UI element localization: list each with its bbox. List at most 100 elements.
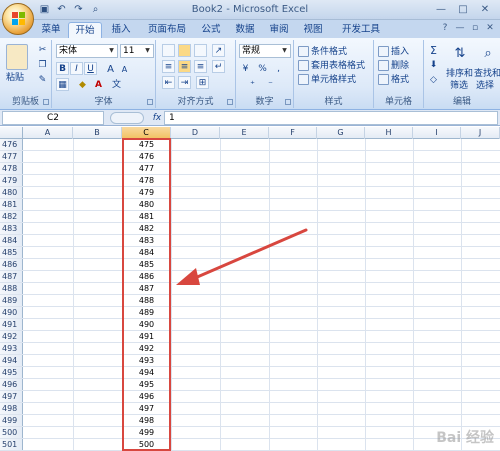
align-bottom-icon[interactable] (194, 44, 207, 57)
tab-page-layout[interactable]: 页面布局 (142, 22, 192, 38)
column-header-e[interactable]: E (220, 127, 269, 139)
cell-c[interactable]: 499 (122, 427, 171, 438)
select-label[interactable]: 选择 (476, 78, 494, 91)
shrink-font-button[interactable]: A (118, 62, 131, 75)
paste-icon[interactable] (6, 44, 28, 70)
align-right-icon[interactable]: ≡ (194, 60, 207, 73)
tab-menu[interactable]: 菜单 (38, 22, 64, 38)
row-header[interactable]: 499 (0, 415, 23, 427)
cell-c[interactable]: 498 (122, 415, 171, 426)
cell-c[interactable]: 491 (122, 331, 171, 342)
number-format-select[interactable]: 常规 ▼ (239, 44, 291, 58)
align-middle-icon[interactable] (178, 44, 191, 57)
row-header[interactable]: 480 (0, 187, 23, 199)
help-icon[interactable]: ? (439, 23, 451, 33)
tab-data[interactable]: 数据 (232, 22, 258, 38)
cell-c[interactable]: 489 (122, 307, 171, 318)
cell-styles-button[interactable]: 单元格样式 (298, 72, 356, 85)
worksheet-grid[interactable]: 476 475 477 476 478 477 479 478 480 479 481 480 482 4… (0, 139, 500, 451)
find-select-icon[interactable]: ⌕ (478, 43, 498, 63)
cell-c[interactable]: 496 (122, 391, 171, 402)
row-header[interactable]: 497 (0, 391, 23, 403)
cell-c[interactable]: 495 (122, 379, 171, 390)
align-top-icon[interactable] (162, 44, 175, 57)
filter-label[interactable]: 筛选 (450, 78, 468, 91)
font-name-select[interactable]: 宋体 ▼ (56, 44, 118, 58)
tab-home[interactable]: 开始 (68, 22, 102, 38)
column-header-d[interactable]: D (171, 127, 220, 139)
insert-function-icon[interactable]: fx (150, 111, 164, 125)
phonetic-button[interactable]: 文 (110, 78, 123, 91)
comma-button[interactable]: , (272, 62, 285, 75)
formula-expand-handle[interactable] (110, 112, 144, 124)
row-header[interactable]: 486 (0, 259, 23, 271)
column-header-c[interactable]: C (122, 127, 171, 139)
decrease-indent-icon[interactable]: ⇤ (162, 76, 175, 89)
cell-c[interactable]: 479 (122, 187, 171, 198)
row-header[interactable]: 477 (0, 151, 23, 163)
cell-c[interactable]: 482 (122, 223, 171, 234)
row-header[interactable]: 489 (0, 295, 23, 307)
tab-view[interactable]: 视图 (300, 22, 326, 38)
clipboard-launcher-icon[interactable] (43, 99, 49, 105)
bold-button[interactable]: B (56, 62, 69, 75)
office-button[interactable] (2, 3, 34, 35)
row-header[interactable]: 501 (0, 439, 23, 451)
copy-icon[interactable]: ❐ (36, 58, 49, 71)
percent-button[interactable]: % (256, 62, 269, 75)
row-header[interactable]: 490 (0, 307, 23, 319)
autosum-button[interactable]: Σ (427, 43, 440, 57)
name-box[interactable]: C2 (2, 111, 104, 125)
tab-formulas[interactable]: 公式 (198, 22, 224, 38)
row-header[interactable]: 495 (0, 367, 23, 379)
row-header[interactable]: 488 (0, 283, 23, 295)
column-header-h[interactable]: H (365, 127, 413, 139)
format-painter-icon[interactable]: ✎ (36, 73, 49, 86)
cut-icon[interactable]: ✂ (36, 43, 49, 56)
cell-c[interactable]: 494 (122, 367, 171, 378)
cell-c[interactable]: 476 (122, 151, 171, 162)
cell-c[interactable]: 497 (122, 403, 171, 414)
ribbon-close-icon[interactable]: ✕ (484, 23, 496, 33)
decrease-decimal-icon[interactable]: ⁻ (264, 78, 277, 91)
insert-button[interactable]: 插入 (378, 44, 409, 57)
row-header[interactable]: 484 (0, 235, 23, 247)
column-header-j[interactable]: J (461, 127, 500, 139)
column-header-i[interactable]: I (413, 127, 461, 139)
format-as-table-button[interactable]: 套用表格格式 (298, 58, 365, 71)
row-header[interactable]: 494 (0, 355, 23, 367)
cell-c[interactable]: 475 (122, 139, 171, 150)
row-header[interactable]: 491 (0, 319, 23, 331)
row-header[interactable]: 482 (0, 211, 23, 223)
row-header[interactable]: 476 (0, 139, 23, 151)
align-center-icon[interactable]: ≡ (178, 60, 191, 73)
formula-input[interactable]: 1 (164, 111, 498, 125)
row-header[interactable]: 498 (0, 403, 23, 415)
conditional-format-button[interactable]: 条件格式 (298, 44, 347, 57)
cell-c[interactable]: 500 (122, 439, 171, 450)
grow-font-button[interactable]: A (104, 62, 117, 75)
ribbon-restore-icon[interactable]: ▫ (469, 23, 481, 33)
tab-review[interactable]: 审阅 (266, 22, 292, 38)
increase-decimal-icon[interactable]: ⁺ (246, 78, 259, 91)
fill-color-icon[interactable]: ◆ (76, 78, 89, 91)
currency-button[interactable]: ¥ (239, 62, 252, 75)
align-left-icon[interactable]: ≡ (162, 60, 175, 73)
clear-icon[interactable]: ◇ (427, 73, 440, 86)
alignment-launcher-icon[interactable] (227, 99, 233, 105)
row-header[interactable]: 485 (0, 247, 23, 259)
minimize-icon[interactable]: — (430, 2, 452, 17)
column-header-f[interactable]: F (269, 127, 317, 139)
orientation-icon[interactable]: ↗ (212, 44, 225, 57)
close-icon[interactable]: ✕ (474, 2, 496, 17)
column-header-b[interactable]: B (73, 127, 122, 139)
row-header[interactable]: 479 (0, 175, 23, 187)
wrap-text-icon[interactable]: ↵ (212, 60, 225, 73)
cell-c[interactable]: 488 (122, 295, 171, 306)
font-color-button[interactable]: A (92, 78, 105, 91)
row-header[interactable]: 483 (0, 223, 23, 235)
cell-c[interactable]: 490 (122, 319, 171, 330)
tab-developer[interactable]: 开发工具 (336, 22, 386, 38)
sort-filter-icon[interactable]: ⇅ (450, 43, 470, 63)
italic-button[interactable]: I (70, 62, 83, 75)
